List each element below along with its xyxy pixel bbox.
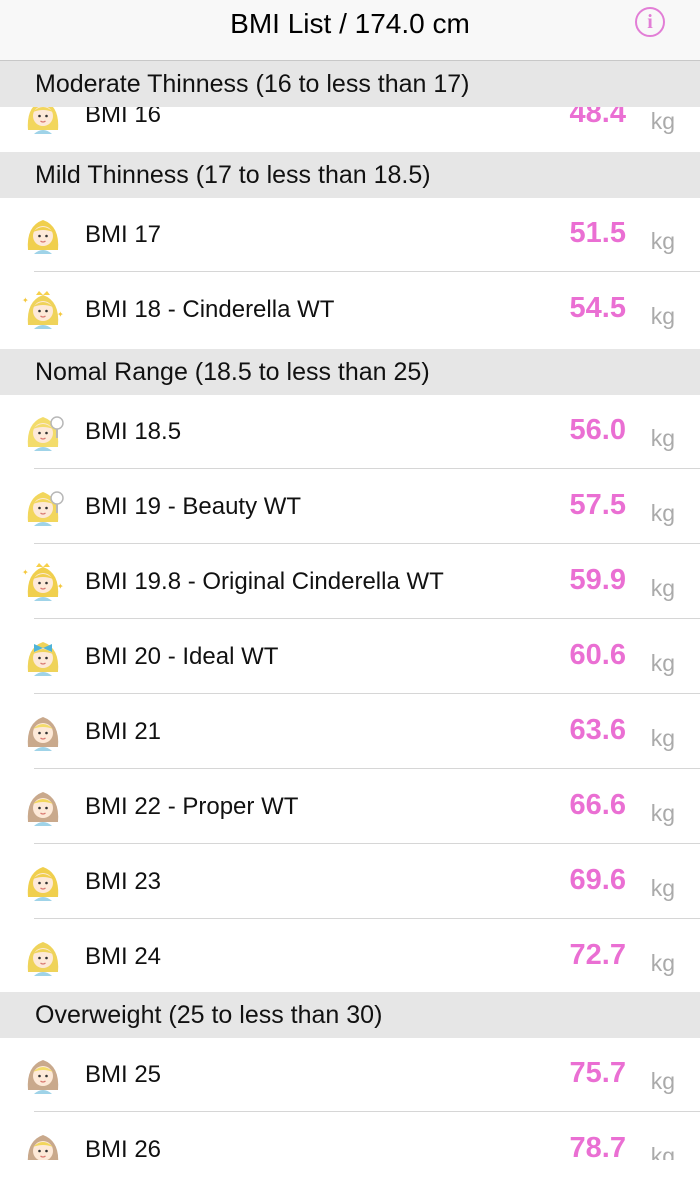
list-item[interactable]: BMI 21 63.6 kg	[0, 695, 700, 769]
list-item[interactable]: BMI 22 - Proper WT 66.6 kg	[0, 770, 700, 844]
section-header: Moderate Thinness (16 to less than 17)	[0, 61, 700, 107]
weight-value: 63.6	[569, 714, 626, 746]
weight-value: 56.0	[569, 414, 626, 446]
row-divider	[34, 271, 700, 272]
list-item[interactable]: BMI 25 75.7 kg	[0, 1038, 700, 1112]
girl-avatar-icon	[22, 936, 64, 978]
girl-hood-icon	[22, 786, 64, 828]
weight-value: 59.9	[569, 564, 626, 596]
list-item[interactable]: ✦ ✦ BMI 19.8 - Original Cinderella WT 59.9 k…	[0, 545, 700, 619]
section-header: Overweight (25 to less than 30)	[0, 992, 700, 1038]
bmi-label: BMI 18 - Cinderella WT	[85, 296, 335, 323]
princess-sparkle-icon: ✦ ✦	[22, 561, 64, 603]
navigation-bar: BMI List / 174.0 cm i	[0, 0, 700, 61]
weight-unit: kg	[650, 950, 675, 976]
section-header: Mild Thinness (17 to less than 18.5)	[0, 152, 700, 198]
svg-text:✦: ✦	[57, 310, 64, 319]
bmi-label: BMI 19 - Beauty WT	[85, 493, 302, 520]
girl-mirror-icon	[22, 411, 64, 453]
weight-value: 51.5	[569, 217, 626, 249]
row-divider	[34, 468, 700, 469]
girl-mirror-icon	[22, 486, 64, 528]
list-item[interactable]: BMI 17 51.5 kg	[0, 198, 700, 272]
weight-unit: kg	[650, 425, 675, 451]
girl-avatar-icon	[22, 861, 64, 903]
weight-unit: kg	[650, 725, 675, 751]
row-divider	[34, 618, 700, 619]
list-item[interactable]: BMI 24 72.7 kg	[0, 920, 700, 994]
weight-unit: kg	[650, 875, 675, 901]
bmi-label: BMI 20 - Ideal WT	[85, 643, 279, 670]
weight-unit: kg	[650, 650, 675, 676]
bmi-label: BMI 24	[85, 943, 162, 970]
bmi-label: BMI 22 - Proper WT	[85, 793, 299, 820]
svg-text:✦: ✦	[22, 296, 29, 305]
bmi-list[interactable]: BMI 16 48.4 kg Moderate Thinness (16 to les…	[0, 0, 700, 1160]
weight-value: 78.7	[569, 1132, 626, 1160]
weight-value: 75.7	[569, 1057, 626, 1089]
weight-unit: kg	[650, 303, 675, 329]
bmi-label: BMI 25	[85, 1061, 162, 1088]
list-item[interactable]: BMI 20 - Ideal WT 60.6 kg	[0, 620, 700, 694]
weight-value: 66.6	[569, 789, 626, 821]
row-divider	[34, 543, 700, 544]
bmi-label: BMI 23	[85, 868, 162, 895]
list-item[interactable]: ✦ ✦ BMI 18 - Cinderella WT 54.5 kg	[0, 273, 700, 347]
weight-value: 69.6	[569, 864, 626, 896]
princess-sparkle-icon: ✦ ✦	[22, 289, 64, 331]
section-header: Nomal Range (18.5 to less than 25)	[0, 349, 700, 395]
girl-hood-icon	[22, 1054, 64, 1096]
weight-unit: kg	[650, 500, 675, 526]
weight-value: 54.5	[569, 292, 626, 324]
weight-value: 57.5	[569, 489, 626, 521]
bmi-label: BMI 21	[85, 718, 162, 745]
weight-value: 72.7	[569, 939, 626, 971]
list-item[interactable]: BMI 18.5 56.0 kg	[0, 395, 700, 469]
bmi-label: BMI 17	[85, 221, 162, 248]
bmi-label: BMI 19.8 - Original Cinderella WT	[85, 568, 444, 595]
row-divider	[34, 843, 700, 844]
svg-text:✦: ✦	[57, 582, 64, 591]
girl-avatar-icon	[22, 214, 64, 256]
info-icon[interactable]: i	[635, 7, 665, 37]
svg-text:✦: ✦	[22, 568, 29, 577]
list-item[interactable]: BMI 19 - Beauty WT 57.5 kg	[0, 470, 700, 544]
weight-unit: kg	[650, 1068, 675, 1094]
weight-unit: kg	[650, 575, 675, 601]
girl-hood-icon	[22, 1129, 64, 1160]
list-item[interactable]: BMI 23 69.6 kg	[0, 845, 700, 919]
girl-bow-icon	[22, 636, 64, 678]
row-divider	[34, 768, 700, 769]
bmi-label: BMI 26	[85, 1136, 162, 1160]
row-divider	[34, 918, 700, 919]
row-divider	[34, 1111, 700, 1112]
weight-value: 60.6	[569, 639, 626, 671]
bmi-label: BMI 18.5	[85, 418, 182, 445]
page-title: BMI List / 174.0 cm	[230, 8, 470, 39]
row-divider	[34, 693, 700, 694]
weight-unit: kg	[650, 800, 675, 826]
list-item[interactable]: BMI 26 78.7 kg	[0, 1113, 700, 1160]
weight-unit: kg	[650, 1143, 675, 1160]
bmi-list-screen: BMI 16 48.4 kg Moderate Thinness (16 to les…	[0, 0, 700, 1200]
girl-hood-icon	[22, 711, 64, 753]
weight-unit: kg	[650, 228, 675, 254]
